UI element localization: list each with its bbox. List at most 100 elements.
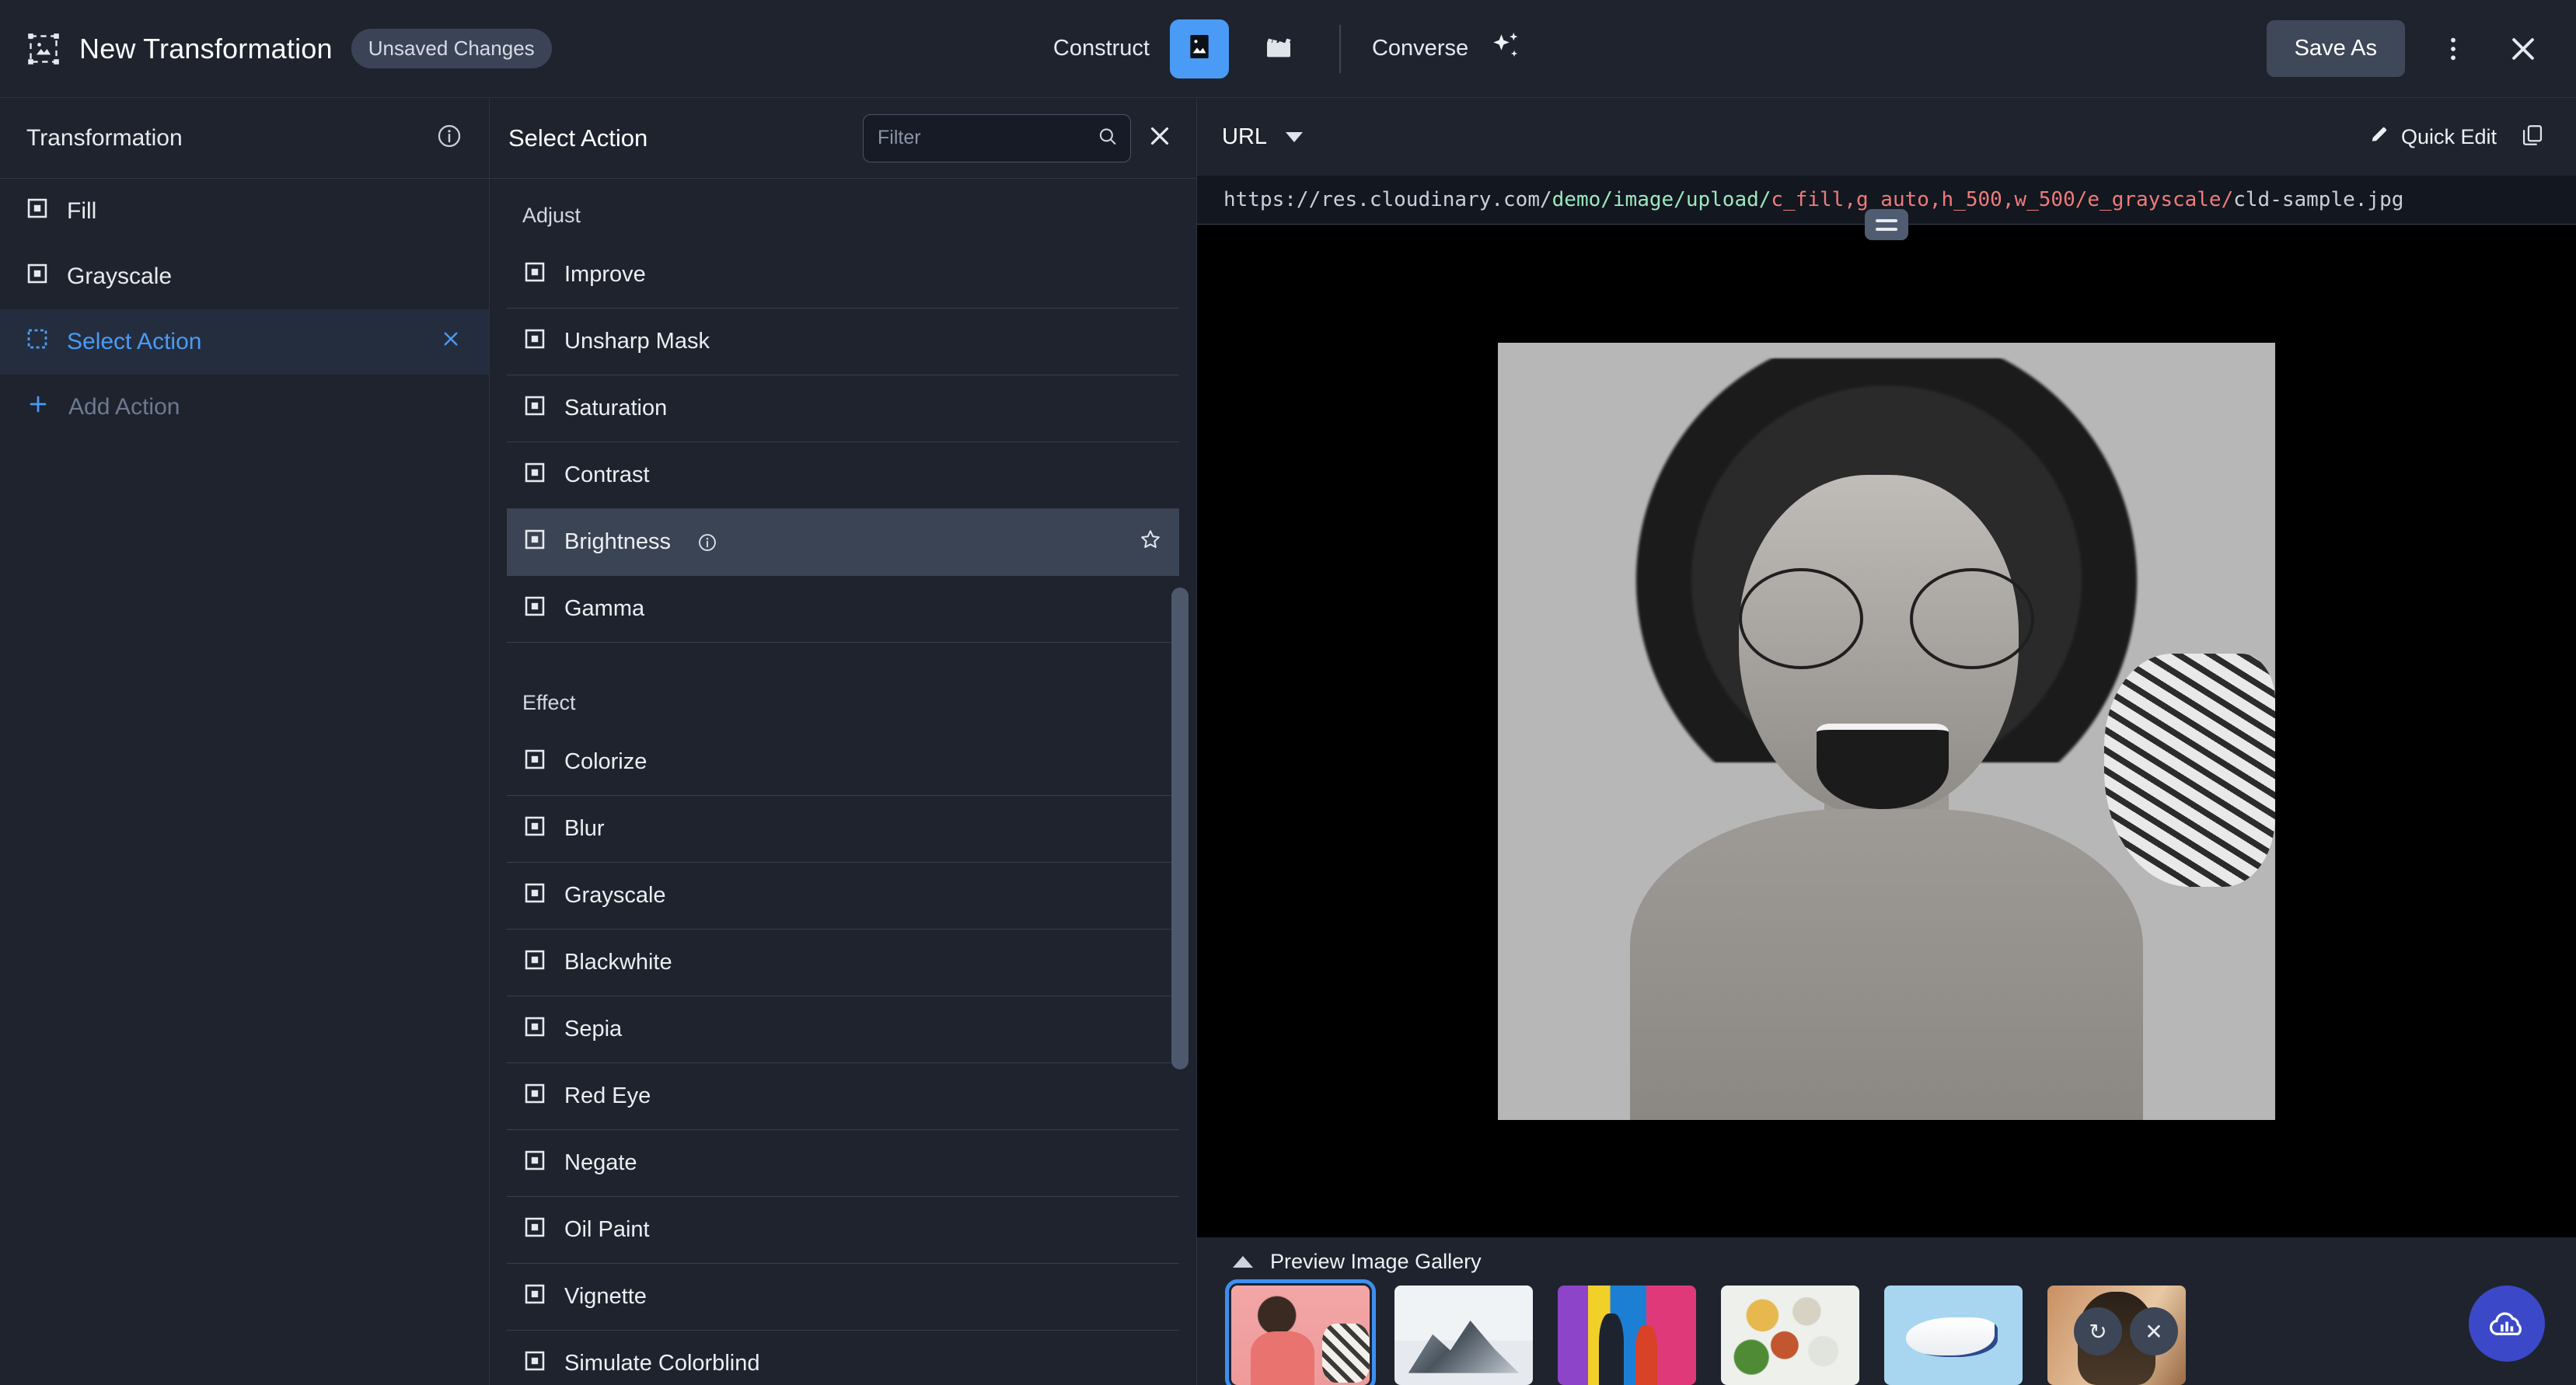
url-path: demo/image/upload/ (1552, 188, 1771, 211)
header-right-group: Save As (2266, 20, 2576, 77)
action-list[interactable]: Adjust Improve Unsharp Mask Saturation Contr… (490, 179, 1196, 1385)
image-icon (1184, 31, 1215, 66)
action-item-label: Colorize (564, 749, 647, 774)
sidebar-item-label: Fill (67, 198, 97, 224)
action-list-item[interactable]: Oil Paint (507, 1197, 1179, 1264)
reset-icon[interactable]: ↻ (2074, 1307, 2122, 1355)
action-list-item[interactable]: Blackwhite (507, 930, 1179, 996)
tab-construct[interactable]: Construct (1053, 36, 1150, 61)
gallery-thumbnail-row: ↻ ✕ (1225, 1279, 2548, 1385)
mode-video-button[interactable] (1249, 19, 1308, 78)
action-list-item[interactable]: Red Eye (507, 1063, 1179, 1130)
action-item-label: Simulate Colorblind (564, 1351, 760, 1376)
close-icon[interactable] (2501, 27, 2545, 71)
action-list-item[interactable]: Sepia (507, 996, 1179, 1063)
gallery-thumbnail[interactable]: ↻ ✕ (2047, 1286, 2186, 1385)
page-title: New Transformation (79, 32, 333, 65)
gallery-thumbnail[interactable] (1721, 1286, 1859, 1385)
cloudinary-cloud-icon[interactable] (2469, 1286, 2545, 1362)
snow-mountain-art (1394, 1286, 1533, 1385)
gallery-thumbnail[interactable] (1884, 1286, 2023, 1385)
action-list-item[interactable]: Saturation (507, 375, 1179, 442)
add-action-label: Add Action (68, 394, 180, 420)
remove-icon[interactable] (439, 327, 462, 357)
action-item-label: Blur (564, 816, 605, 841)
save-as-button[interactable]: Save As (2266, 20, 2405, 77)
action-item-label: Contrast (564, 462, 650, 487)
url-dropdown-label[interactable]: URL (1222, 124, 1267, 150)
preview-image-gallery: Preview Image Gallery ↻ ✕ (1197, 1237, 2576, 1385)
transformation-logo-icon (26, 32, 61, 66)
filter-input[interactable] (863, 113, 1131, 162)
info-icon[interactable] (697, 532, 717, 553)
tab-converse[interactable]: Converse (1372, 36, 1468, 61)
action-square-icon (524, 1016, 546, 1044)
url-bar: URL Quick Edit (1197, 98, 2576, 176)
favorite-star-icon[interactable] (1139, 528, 1162, 557)
action-panel-header: Select Action (490, 98, 1196, 179)
gallery-thumbnail[interactable] (1394, 1286, 1533, 1385)
status-badge: Unsaved Changes (351, 29, 552, 68)
drag-handle-icon[interactable] (1865, 209, 1908, 240)
action-item-label: Unsharp Mask (564, 329, 710, 354)
add-action-button[interactable]: Add Action (0, 375, 489, 440)
sidebar-item-label: Grayscale (67, 263, 173, 289)
sidebar-item-label: Select Action (67, 329, 202, 354)
portrait-woman-pink-art (1231, 1286, 1370, 1385)
action-list-item[interactable]: Gamma (507, 576, 1179, 643)
caret-up-icon[interactable] (1233, 1255, 1253, 1268)
info-icon[interactable] (436, 123, 462, 153)
sidebar-item-fill[interactable]: Fill (0, 179, 489, 244)
gallery-title: Preview Image Gallery (1270, 1249, 1482, 1273)
gallery-thumbnail[interactable] (1558, 1286, 1696, 1385)
action-list-item[interactable]: Vignette (507, 1264, 1179, 1331)
header-divider (1339, 24, 1341, 73)
action-list-item[interactable]: Contrast (507, 442, 1179, 509)
action-square-icon (524, 1216, 546, 1244)
action-list-item[interactable]: Blur (507, 796, 1179, 863)
clapperboard-icon (1263, 31, 1294, 66)
action-list-item[interactable]: Simulate Colorblind (507, 1331, 1179, 1385)
action-list-item[interactable]: Brightness (507, 509, 1179, 576)
action-item-label: Oil Paint (564, 1217, 650, 1242)
action-square-icon (524, 1083, 546, 1111)
preview-canvas (1197, 209, 2576, 1237)
search-icon (1097, 125, 1119, 151)
action-square-icon (524, 1283, 546, 1311)
action-list-item[interactable]: Colorize (507, 729, 1179, 796)
action-list-item[interactable]: Negate (507, 1130, 1179, 1197)
action-square-icon (524, 815, 546, 843)
remove-icon[interactable]: ✕ (2130, 1307, 2178, 1355)
quick-edit-button[interactable]: Quick Edit (2368, 124, 2497, 151)
action-square-icon (524, 328, 546, 356)
white-sneaker-art (1884, 1286, 2023, 1385)
transformation-editor-app: New Transformation Unsaved Changes Const… (0, 0, 2576, 1385)
action-list-item[interactable]: Grayscale (507, 863, 1179, 930)
action-square-icon (524, 261, 546, 289)
action-item-label: Vignette (564, 1284, 647, 1309)
action-item-label: Grayscale (564, 883, 666, 908)
sparkles-icon[interactable] (1489, 30, 1523, 68)
mode-image-button[interactable] (1169, 19, 1229, 78)
action-list-item[interactable]: Improve (507, 242, 1179, 309)
sidebar-item-select-action[interactable]: Select Action (0, 309, 489, 375)
sidebar-item-grayscale[interactable]: Grayscale (0, 244, 489, 309)
gallery-thumbnail[interactable] (1225, 1279, 1376, 1385)
action-list-item[interactable]: Unsharp Mask (507, 309, 1179, 375)
action-item-label: Blackwhite (564, 950, 672, 975)
action-square-icon (524, 595, 546, 623)
close-panel-icon[interactable] (1145, 121, 1175, 155)
chevron-down-icon[interactable] (1286, 131, 1304, 142)
copy-icon[interactable] (2520, 123, 2545, 152)
url-transform-params: c_fill,g_auto,h_500,w_500/e_grayscale/ (1771, 188, 2234, 211)
action-item-label: Brightness (564, 529, 672, 554)
url-bar-actions: Quick Edit (2368, 123, 2545, 152)
kebab-menu-icon[interactable] (2431, 27, 2475, 71)
action-list-scrollbar[interactable] (1171, 588, 1189, 1069)
action-square-icon (524, 1350, 546, 1378)
action-square-icon (524, 949, 546, 977)
food-bowls-art (1721, 1286, 1859, 1385)
pencil-icon (2368, 124, 2390, 151)
gallery-header[interactable]: Preview Image Gallery (1225, 1237, 2548, 1286)
